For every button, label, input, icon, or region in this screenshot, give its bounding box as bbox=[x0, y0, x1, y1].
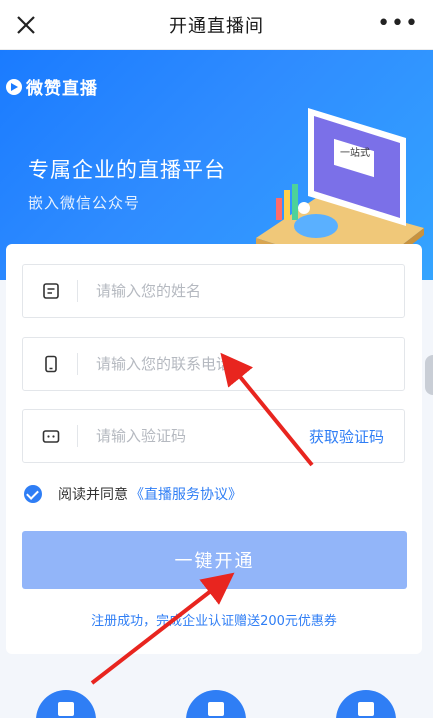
brand-logo: 微赞直播 bbox=[6, 74, 98, 99]
phone-input[interactable] bbox=[96, 355, 286, 373]
top-bar: 开通直播间 ••• bbox=[0, 0, 433, 50]
name-field bbox=[22, 264, 405, 318]
hero-headline: 专属企业的直播平台 bbox=[28, 158, 226, 182]
agree-checkbox[interactable] bbox=[24, 485, 42, 503]
feature-icon[interactable] bbox=[36, 690, 96, 718]
field-divider bbox=[77, 280, 78, 302]
feature-icon[interactable] bbox=[336, 690, 396, 718]
note-icon bbox=[43, 283, 59, 299]
illustration-badge: 一站式 bbox=[340, 146, 370, 159]
agreement-link[interactable]: 《直播服务协议》 bbox=[130, 484, 242, 504]
brand-name: 微赞直播 bbox=[26, 79, 98, 99]
hero-subline: 嵌入微信公众号 bbox=[28, 194, 141, 212]
feature-icon[interactable] bbox=[186, 690, 246, 718]
name-input[interactable] bbox=[96, 282, 286, 300]
get-code-button[interactable]: 获取验证码 bbox=[309, 426, 384, 447]
agree-text: 阅读并同意 bbox=[58, 487, 128, 503]
play-logo-icon bbox=[6, 78, 22, 95]
field-divider bbox=[77, 353, 78, 375]
side-handle[interactable] bbox=[425, 355, 433, 395]
field-divider bbox=[77, 425, 78, 447]
open-now-button[interactable]: 一键开通 bbox=[22, 531, 407, 589]
message-code-icon bbox=[42, 430, 60, 443]
agreement-row: 阅读并同意 《直播服务协议》 bbox=[24, 484, 242, 504]
more-menu-icon[interactable]: ••• bbox=[377, 13, 419, 35]
phone-icon bbox=[45, 355, 57, 373]
bottom-feature-icons bbox=[0, 690, 433, 718]
promo-text: 注册成功，完成企业认证赠送200元优惠券 bbox=[91, 614, 337, 629]
code-field: 获取验证码 bbox=[22, 409, 405, 463]
page-title: 开通直播间 bbox=[169, 15, 264, 37]
code-input[interactable] bbox=[96, 427, 286, 445]
close-icon[interactable] bbox=[12, 11, 40, 39]
phone-field bbox=[22, 337, 405, 391]
signup-card: 获取验证码 阅读并同意 《直播服务协议》 一键开通 注册成功，完成企业认证赠送2… bbox=[6, 244, 422, 654]
